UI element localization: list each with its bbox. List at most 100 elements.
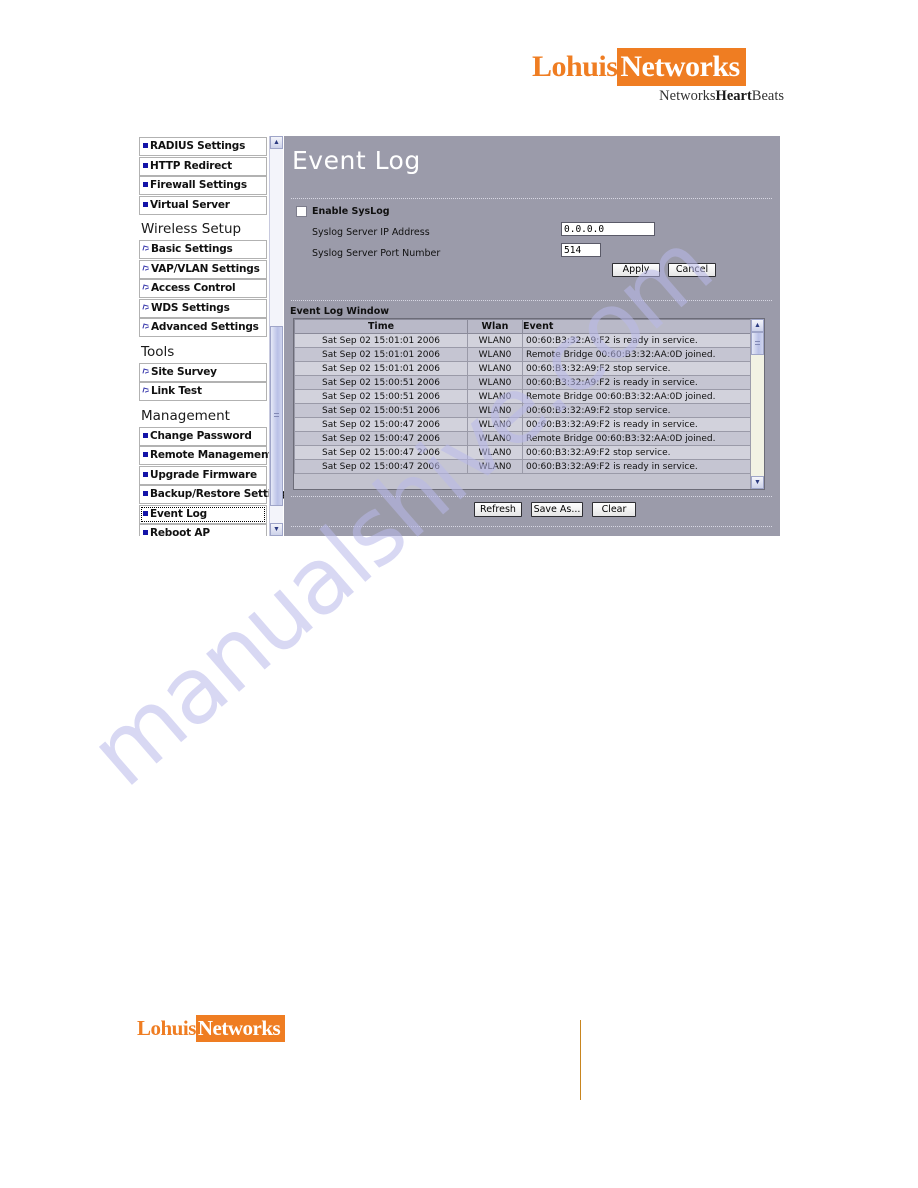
table-cell-wlan: WLAN0	[467, 389, 523, 404]
antenna-icon	[143, 265, 150, 273]
enable-syslog-checkbox[interactable]	[296, 206, 307, 217]
brand-networks-text: Networks	[617, 48, 746, 86]
footer-vertical-rule	[580, 1020, 581, 1100]
table-cell-event: 00:60:B3:32:A9:F2 is ready in service.	[522, 333, 756, 348]
brand-wordmark: Lohuis Networks	[532, 48, 746, 86]
sidebar-item-label: VAP/VLAN Settings	[151, 262, 260, 275]
scroll-down-icon[interactable]: ▼	[270, 523, 283, 536]
table-cell-event: 00:60:B3:32:A9:F2 stop service.	[522, 445, 756, 460]
event-log-window-label: Event Log Window	[290, 306, 390, 317]
sidebar-item-label: Virtual Server	[150, 198, 230, 211]
antenna-icon	[143, 284, 150, 292]
sidebar-item-backup-restore-settings[interactable]: Backup/Restore Settings	[139, 485, 284, 504]
enable-syslog-label: Enable SysLog	[312, 206, 390, 217]
sidebar-section-tools: Tools	[141, 343, 175, 360]
tagline-prefix: Networks	[659, 88, 716, 104]
refresh-button[interactable]: Refresh	[474, 502, 522, 517]
scroll-up-icon[interactable]: ▲	[270, 136, 283, 149]
syslog-port-input[interactable]	[561, 243, 601, 257]
sidebar-item-label: Backup/Restore Settings	[150, 488, 285, 500]
table-cell-time: Sat Sep 02 15:00:51 2006	[294, 375, 468, 390]
sidebar-item-link-test[interactable]: Link Test	[139, 382, 267, 401]
table-cell-event: 00:60:B3:32:A9:F2 is ready in service.	[522, 459, 756, 474]
sidebar-item-event-log[interactable]: Event Log	[139, 504, 267, 524]
sidebar-item-http-redirect[interactable]: HTTP Redirect	[139, 156, 267, 176]
sidebar-item-advanced-settings[interactable]: Advanced Settings	[139, 318, 267, 337]
table-cell-time: Sat Sep 02 15:01:01 2006	[294, 361, 468, 376]
sidebar-item-basic-settings[interactable]: Basic Settings	[139, 240, 267, 259]
sidebar-item-label: Site Survey	[151, 365, 217, 378]
table-cell-wlan: WLAN0	[467, 431, 523, 446]
clear-button[interactable]: Clear	[592, 502, 636, 517]
sidebar-item-site-survey[interactable]: Site Survey	[139, 362, 267, 382]
table-cell-wlan: WLAN0	[467, 417, 523, 432]
event-log-scrollbar-thumb[interactable]	[751, 332, 764, 355]
sidebar-item-virtual-server[interactable]: Virtual Server	[139, 195, 267, 215]
footer-brand-networks-text: Networks	[195, 1015, 286, 1042]
sidebar-item-label: Link Test	[151, 385, 202, 397]
column-header-wlan: Wlan	[467, 319, 523, 334]
blue-square-bullet-icon	[143, 530, 148, 535]
table-row: Sat Sep 02 15:00:47 2006 WLAN0 00:60:B3:32…	[294, 459, 756, 474]
save-as-button[interactable]: Save As...	[531, 502, 583, 517]
blue-square-bullet-icon	[143, 182, 148, 187]
event-log-window: Time Wlan Event Sat Sep 02 15:01:01 2006…	[293, 318, 765, 490]
sidebar-item-label: Basic Settings	[151, 243, 233, 255]
divider-above-actions	[291, 496, 772, 497]
sidebar-item-label: Change Password	[150, 429, 252, 442]
sidebar-item-remote-management[interactable]: Remote Management	[139, 446, 273, 465]
table-row: Sat Sep 02 15:00:51 2006 WLAN0 Remote Brid…	[294, 389, 756, 404]
sidebar-item-firewall-settings[interactable]: Firewall Settings	[139, 176, 267, 195]
table-cell-time: Sat Sep 02 15:00:51 2006	[294, 389, 468, 404]
table-row: Sat Sep 02 15:01:01 2006 WLAN0 Remote Brid…	[294, 347, 756, 362]
sidebar-item-change-password[interactable]: Change Password	[139, 426, 267, 446]
table-row: Sat Sep 02 15:00:47 2006 WLAN0 Remote Brid…	[294, 431, 756, 446]
table-cell-time: Sat Sep 02 15:00:47 2006	[294, 459, 468, 474]
antenna-icon	[143, 323, 150, 331]
sidebar-item-label: Upgrade Firmware	[150, 468, 257, 481]
sidebar-items-container: RADIUS Settings HTTP Redirect Firewall S…	[136, 136, 284, 536]
sidebar-item-label: WDS Settings	[151, 301, 230, 314]
event-log-scrollbar[interactable]: ▲ ▼	[750, 319, 764, 489]
table-cell-event: Remote Bridge 00:60:B3:32:AA:0D joined.	[522, 431, 756, 446]
scroll-down-icon[interactable]: ▼	[751, 476, 764, 489]
sidebar-item-vap-vlan-settings[interactable]: VAP/VLAN Settings	[139, 259, 267, 279]
table-cell-wlan: WLAN0	[467, 403, 523, 418]
blue-square-bullet-icon	[143, 491, 148, 496]
sidebar-scrollbar[interactable]: ▲ ▼	[269, 136, 283, 536]
table-cell-wlan: WLAN0	[467, 333, 523, 348]
table-cell-time: Sat Sep 02 15:00:47 2006	[294, 445, 468, 460]
table-cell-wlan: WLAN0	[467, 459, 523, 474]
sidebar-item-label: Event Log	[150, 507, 207, 520]
sidebar-item-label: RADIUS Settings	[150, 140, 246, 152]
blue-square-bullet-icon	[143, 201, 148, 207]
brand-tagline: NetworksHeartBeats	[532, 88, 784, 105]
syslog-ip-input[interactable]	[561, 222, 655, 236]
sidebar-item-label: Firewall Settings	[150, 179, 247, 191]
table-row: Sat Sep 02 15:00:47 2006 WLAN0 00:60:B3:32…	[294, 417, 756, 432]
sidebar-item-radius-settings[interactable]: RADIUS Settings	[139, 137, 267, 156]
divider-bottom	[291, 526, 772, 527]
sidebar-section-wireless-setup: Wireless Setup	[141, 221, 242, 237]
event-log-table: Time Wlan Event Sat Sep 02 15:01:01 2006…	[294, 319, 756, 474]
syslog-port-label: Syslog Server Port Number	[312, 248, 441, 259]
sidebar-item-label: Advanced Settings	[151, 321, 259, 333]
scroll-up-icon[interactable]: ▲	[751, 319, 764, 332]
sidebar-scrollbar-thumb[interactable]	[270, 326, 283, 506]
brand-lohuis-text: Lohuis	[532, 50, 618, 83]
apply-button[interactable]: Apply	[612, 263, 660, 277]
tagline-bold: Heart	[715, 88, 752, 104]
sidebar-item-access-control[interactable]: Access Control	[139, 279, 267, 298]
antenna-icon	[143, 368, 150, 376]
table-cell-time: Sat Sep 02 15:01:01 2006	[294, 347, 468, 362]
tagline-suffix: Beats	[751, 88, 784, 104]
sidebar-item-upgrade-firmware[interactable]: Upgrade Firmware	[139, 465, 267, 485]
sidebar-item-label: Access Control	[151, 282, 236, 294]
sidebar-item-reboot-ap[interactable]: Reboot AP	[139, 524, 267, 536]
cancel-button[interactable]: Cancel	[668, 263, 716, 277]
sidebar-item-wds-settings[interactable]: WDS Settings	[139, 298, 267, 318]
table-cell-wlan: WLAN0	[467, 445, 523, 460]
antenna-icon	[143, 245, 150, 253]
table-cell-event: 00:60:B3:32:A9:F2 stop service.	[522, 403, 756, 418]
table-cell-event: Remote Bridge 00:60:B3:32:AA:0D joined.	[522, 389, 756, 404]
